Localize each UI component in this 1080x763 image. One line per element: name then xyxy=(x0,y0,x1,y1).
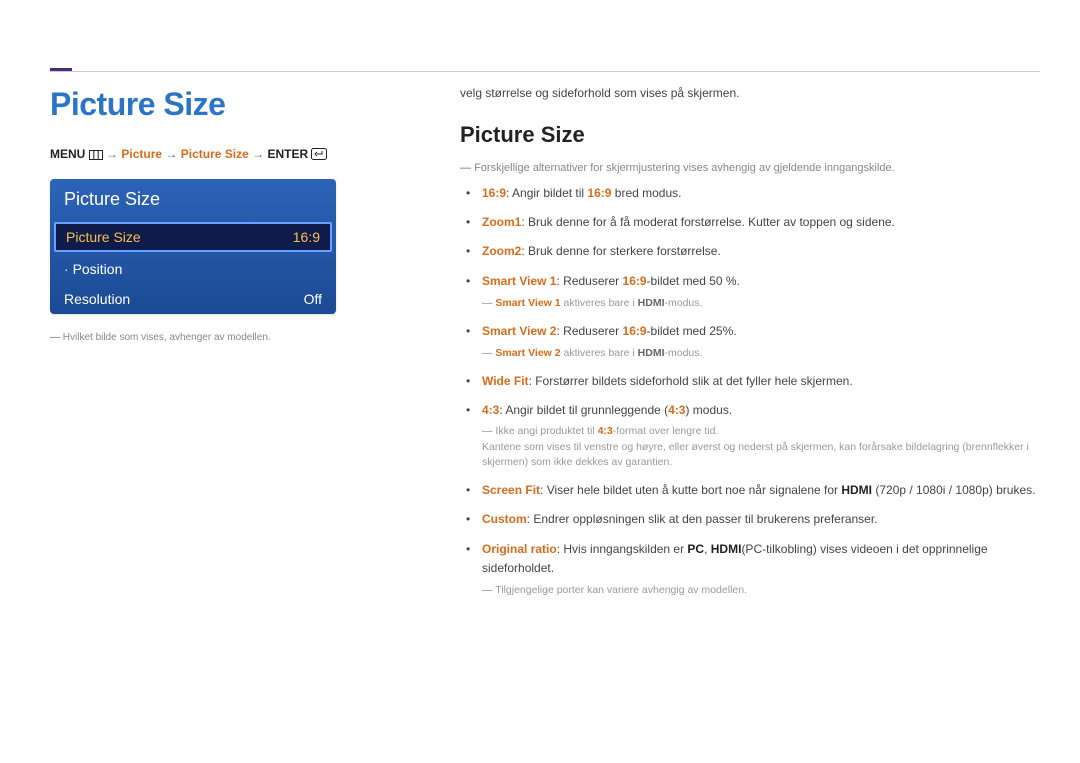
page-title: Picture Size xyxy=(50,86,420,123)
opt-smart-view-2: Smart View 2: Reduserer 16:9-bildet med … xyxy=(460,322,1040,372)
opt-smart-view-1: Smart View 1: Reduserer 16:9-bildet med … xyxy=(460,272,1040,322)
breadcrumb-arrow-3: → xyxy=(252,147,264,161)
breadcrumb-item-picture-size: Picture Size xyxy=(181,147,249,161)
breadcrumb: MENU → Picture → Picture Size → ENTER xyxy=(50,147,420,161)
osd-row-position[interactable]: Position xyxy=(50,254,336,284)
sub-title: Picture Size xyxy=(460,122,1040,148)
osd-title: Picture Size xyxy=(50,179,336,220)
breadcrumb-item-picture: Picture xyxy=(121,147,162,161)
left-footnote: ― Hvilket bilde som vises, avhenger av m… xyxy=(50,332,420,343)
options-list: 16:9: Angir bildet til 16:9 bred modus. … xyxy=(460,184,1040,609)
opt-smart-view-1-note: ― Smart View 1 aktiveres bare i HDMI-mod… xyxy=(482,291,1040,312)
breadcrumb-arrow-1: → xyxy=(106,147,118,161)
opt-16-9: 16:9: Angir bildet til 16:9 bred modus. xyxy=(460,184,1040,213)
osd-row-value: 16:9 xyxy=(293,229,320,245)
opt-wide-fit: Wide Fit: Forstørrer bildets sideforhold… xyxy=(460,372,1040,401)
breadcrumb-arrow-2: → xyxy=(165,147,177,161)
opt-zoom2: Zoom2: Bruk denne for sterkere forstørre… xyxy=(460,242,1040,271)
osd-row-picture-size[interactable]: Picture Size 16:9 xyxy=(54,222,332,252)
osd-row-label: Position xyxy=(64,261,122,277)
opt-smart-view-2-note: ― Smart View 2 aktiveres bare i HDMI-mod… xyxy=(482,341,1040,362)
osd-row-label: Picture Size xyxy=(66,229,141,245)
breadcrumb-menu: MENU xyxy=(50,147,85,161)
enter-icon xyxy=(311,147,327,161)
pre-note: ― Forskjellige alternativer for skjermju… xyxy=(460,162,1040,174)
breadcrumb-enter: ENTER xyxy=(267,147,308,161)
opt-original-ratio-note: ― Tilgjengelige porter kan variere avhen… xyxy=(482,578,1040,599)
menu-grid-icon xyxy=(89,147,106,161)
osd-row-value: Off xyxy=(304,291,322,307)
header-rule xyxy=(50,68,1040,72)
opt-original-ratio: Original ratio: Hvis inngangskilden er P… xyxy=(460,540,1040,609)
opt-zoom1: Zoom1: Bruk denne for å få moderat forst… xyxy=(460,213,1040,242)
opt-custom: Custom: Endrer oppløsningen slik at den … xyxy=(460,510,1040,539)
lead-text: velg størrelse og sideforhold som vises … xyxy=(460,86,1040,100)
opt-4-3-note: ― Ikke angi produktet til 4:3-format ove… xyxy=(482,420,1040,471)
opt-screen-fit: Screen Fit: Viser hele bildet uten å kut… xyxy=(460,481,1040,510)
osd-preview: Picture Size Picture Size 16:9 Position … xyxy=(50,179,336,314)
osd-row-label: Resolution xyxy=(64,291,130,307)
osd-row-resolution[interactable]: Resolution Off xyxy=(50,284,336,314)
opt-4-3: 4:3: Angir bildet til grunnleggende (4:3… xyxy=(460,401,1040,481)
